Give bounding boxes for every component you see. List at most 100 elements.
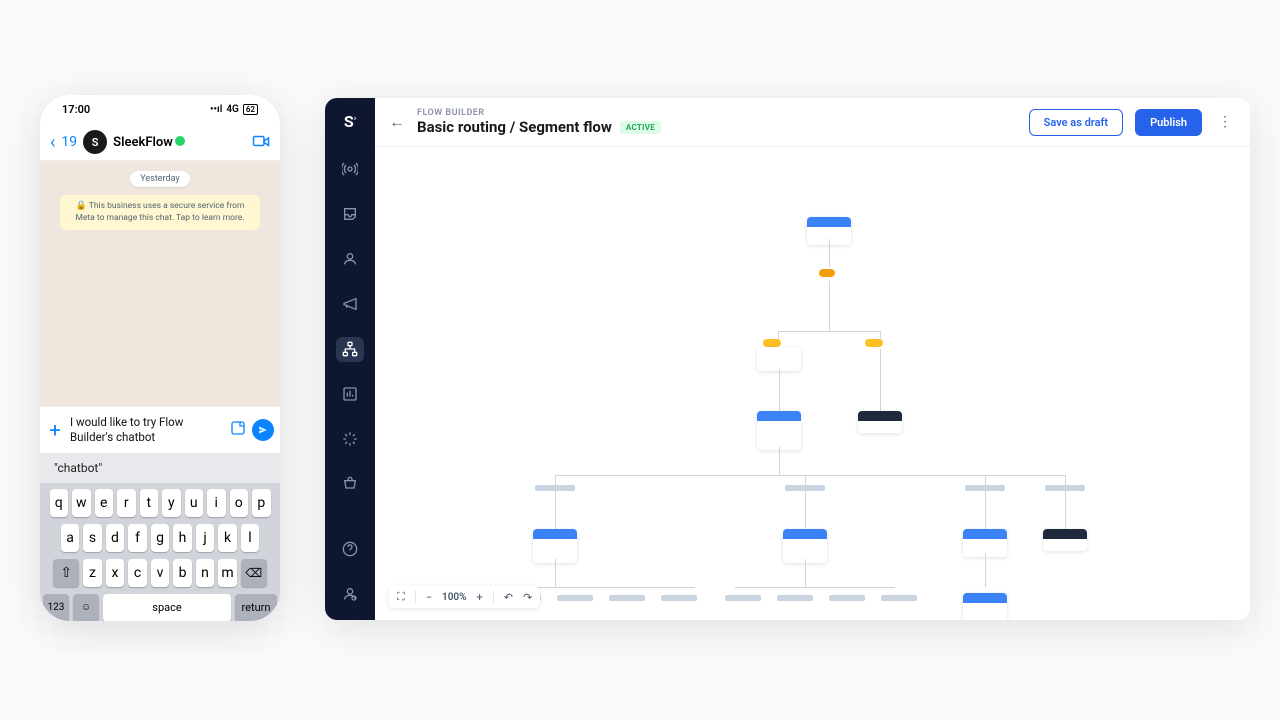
flow-canvas[interactable]: ⛶ − 100% + ↶ ↷ [375,147,1250,620]
key-s[interactable]: s [83,524,102,552]
key-o[interactable]: o [230,489,249,517]
message-input[interactable]: I would like to try Flow Builder's chatb… [70,415,224,445]
phone-mockup: 17:00 ••ıl 4G 62 ‹ 19 S SleekFlow Yester… [40,95,280,621]
key-z[interactable]: z [83,559,102,587]
key-v[interactable]: v [151,559,170,587]
avatar[interactable]: S [83,130,107,154]
zoom-controls: ⛶ − 100% + ↶ ↷ [389,586,540,608]
node-body [757,421,801,450]
side-nav: S› [325,98,375,620]
security-notice[interactable]: 🔒This business uses a secure service fro… [60,195,260,230]
status-bar: 17:00 ••ıl 4G 62 [40,95,280,124]
key-t[interactable]: t [140,489,159,517]
status-badge: ACTIVE [620,121,661,134]
flow-node[interactable] [783,529,827,563]
key-u[interactable]: u [185,489,204,517]
node-body [757,347,801,371]
nav-broadcast-icon[interactable] [336,157,364,182]
publish-button[interactable]: Publish [1135,109,1202,136]
shift-key[interactable]: ⇧ [53,559,79,587]
zoom-in-button[interactable]: + [477,591,483,604]
nav-analytics-icon[interactable] [336,382,364,407]
key-l[interactable]: l [241,524,260,552]
leaf-label[interactable] [557,595,593,601]
numeric-key[interactable]: 123 [43,594,69,621]
save-draft-button[interactable]: Save as draft [1029,109,1123,136]
video-call-icon[interactable] [252,133,270,152]
leaf-label[interactable] [609,595,645,601]
connector [1065,475,1066,485]
nav-flow-icon[interactable] [336,337,364,362]
keyboard-row-3: ⇧ z x c v b n m ⌫ [43,559,277,587]
key-w[interactable]: w [72,489,91,517]
key-g[interactable]: g [151,524,170,552]
condition-pill[interactable] [819,269,835,277]
branch-pill[interactable] [865,339,883,347]
nav-contacts-icon[interactable] [336,247,364,272]
nav-help-icon[interactable] [336,536,364,561]
leaf-label[interactable] [881,595,917,601]
flow-node[interactable] [963,593,1007,620]
return-key[interactable]: return [235,594,277,621]
space-key[interactable]: space [103,594,231,621]
key-m[interactable]: m [218,559,237,587]
nav-commerce-icon[interactable] [336,471,364,496]
key-x[interactable]: x [106,559,125,587]
sticker-icon[interactable] [230,420,246,440]
connector [880,349,881,411]
leaf-label[interactable] [725,595,761,601]
connector [829,281,830,331]
key-j[interactable]: j [196,524,215,552]
backspace-key[interactable]: ⌫ [241,559,267,587]
flow-node[interactable] [1043,529,1087,551]
branch-pill[interactable] [763,339,781,347]
redo-button[interactable]: ↷ [523,591,532,604]
key-d[interactable]: d [106,524,125,552]
logo[interactable]: S› [344,112,356,131]
key-q[interactable]: q [50,489,69,517]
attach-icon[interactable]: + [46,418,64,442]
back-arrow-icon[interactable]: ‹ [50,132,55,153]
connector [829,239,830,267]
key-r[interactable]: r [117,489,136,517]
nav-settings-icon[interactable] [336,581,364,606]
title-box: FLOW BUILDER Basic routing / Segment flo… [417,108,1017,136]
key-y[interactable]: y [162,489,181,517]
back-count[interactable]: 19 [61,134,77,150]
key-i[interactable]: i [207,489,226,517]
nav-integrations-icon[interactable] [336,426,364,451]
nav-campaign-icon[interactable] [336,292,364,317]
more-menu-icon[interactable]: ⋮ [1214,114,1236,130]
leaf-label[interactable] [777,595,813,601]
key-b[interactable]: b [173,559,192,587]
flow-builder-window: S› ← FLOW BUILDER Basic routing / Segmen… [325,98,1250,620]
connector [805,491,806,529]
contact-name[interactable]: SleekFlow [113,135,246,150]
message-input-area: + I would like to try Flow Builder's cha… [40,406,280,453]
key-a[interactable]: a [61,524,80,552]
send-button[interactable] [252,419,274,441]
nav-inbox-icon[interactable] [336,202,364,227]
back-button[interactable]: ← [389,112,405,132]
leaf-label[interactable] [829,595,865,601]
connector [735,587,895,588]
key-p[interactable]: p [252,489,271,517]
connector [778,331,779,339]
connector [985,491,986,529]
key-n[interactable]: n [196,559,215,587]
key-e[interactable]: e [95,489,114,517]
emoji-key[interactable]: ☺ [73,594,99,621]
key-c[interactable]: c [128,559,147,587]
flow-node[interactable] [757,411,801,450]
flow-node[interactable] [858,411,902,433]
undo-button[interactable]: ↶ [504,591,513,604]
keyboard-suggestion[interactable]: "chatbot" [40,453,280,483]
flow-node[interactable] [757,347,801,371]
key-k[interactable]: k [218,524,237,552]
leaf-label[interactable] [661,595,697,601]
key-f[interactable]: f [128,524,147,552]
zoom-out-button[interactable]: − [426,591,432,604]
fullscreen-icon[interactable]: ⛶ [397,590,405,604]
key-h[interactable]: h [173,524,192,552]
flow-node[interactable] [533,529,577,563]
